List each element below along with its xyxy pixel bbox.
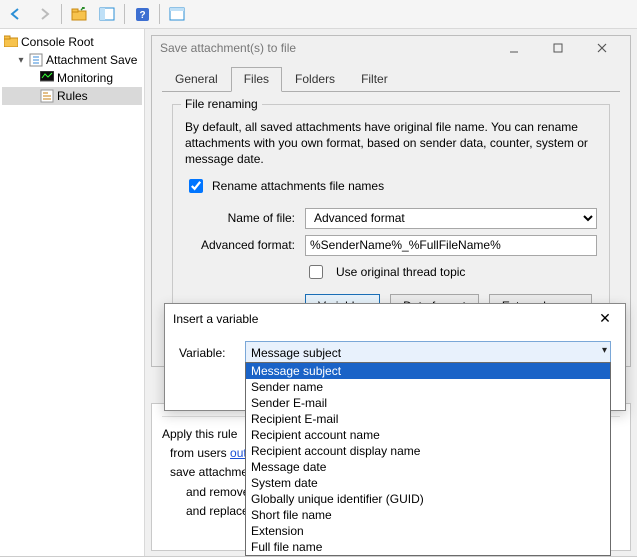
tab-files[interactable]: Files xyxy=(231,67,282,92)
toolbar-separator xyxy=(61,4,62,24)
variable-option[interactable]: Sender name xyxy=(246,379,610,395)
popup-close-icon[interactable]: ✕ xyxy=(593,310,617,327)
layout-a-icon[interactable] xyxy=(94,2,120,26)
rules-icon xyxy=(40,89,54,103)
variable-label: Variable: xyxy=(179,346,235,360)
variable-option[interactable]: Globally unique identifier (GUID) xyxy=(246,491,610,507)
layout-b-icon[interactable] xyxy=(164,2,190,26)
maximize-button[interactable] xyxy=(538,36,578,60)
tree-monitoring[interactable]: Monitoring xyxy=(2,69,142,87)
variable-option[interactable]: Short file name xyxy=(246,507,610,523)
back-icon[interactable] xyxy=(3,2,29,26)
forward-icon[interactable] xyxy=(31,2,57,26)
rename-checkbox-label: Rename attachments file names xyxy=(212,179,384,193)
chevron-down-icon: ▾ xyxy=(602,345,607,356)
toolbar-separator xyxy=(124,4,125,24)
minimize-button[interactable] xyxy=(494,36,534,60)
variable-option[interactable]: Recipient account display name xyxy=(246,443,610,459)
dialog-title: Save attachment(s) to file xyxy=(160,41,494,55)
tree-attachment-save[interactable]: ▾ Attachment Save xyxy=(2,51,142,69)
folder-up-icon[interactable] xyxy=(66,2,92,26)
orig-topic-label: Use original thread topic xyxy=(336,265,465,279)
tab-filter[interactable]: Filter xyxy=(348,67,401,92)
name-of-file-label: Name of file: xyxy=(185,211,295,225)
variable-option[interactable]: Full file name xyxy=(246,539,610,555)
close-button[interactable] xyxy=(582,36,622,60)
tree-label: Monitoring xyxy=(57,71,113,85)
attachment-icon xyxy=(29,53,43,67)
popup-title: Insert a variable xyxy=(173,312,593,326)
nav-tree: Console Root ▾ Attachment Save Monitorin… xyxy=(0,29,145,557)
monitor-icon xyxy=(40,71,54,85)
app-toolbar: ? xyxy=(0,0,637,29)
advanced-format-label: Advanced format: xyxy=(185,238,295,252)
variable-dropdown-list: Message subjectSender nameSender E-mailR… xyxy=(245,362,611,556)
file-renaming-group: File renaming By default, all saved atta… xyxy=(172,104,610,333)
toolbar-separator xyxy=(159,4,160,24)
variable-option[interactable]: Recipient E-mail xyxy=(246,411,610,427)
tree-label: Rules xyxy=(57,89,88,103)
variable-option[interactable]: Extension xyxy=(246,523,610,539)
variable-selected: Message subject xyxy=(251,346,341,360)
tree-rules[interactable]: Rules xyxy=(2,87,142,105)
svg-text:?: ? xyxy=(139,10,145,21)
rename-checkbox[interactable] xyxy=(189,179,203,193)
insert-variable-popup: Insert a variable ✕ Variable: Message su… xyxy=(164,303,626,411)
tree-console-root[interactable]: Console Root xyxy=(2,33,142,51)
help-icon[interactable]: ? xyxy=(129,2,155,26)
variable-option[interactable]: Message subject xyxy=(246,363,610,379)
group-legend: File renaming xyxy=(181,97,262,111)
variable-option[interactable]: Message date xyxy=(246,459,610,475)
collapse-icon[interactable]: ▾ xyxy=(16,55,26,66)
dialog-titlebar: Save attachment(s) to file xyxy=(152,36,630,60)
group-description: By default, all saved attachments have o… xyxy=(185,119,597,168)
variable-option[interactable]: Sender E-mail xyxy=(246,395,610,411)
tree-label: Attachment Save xyxy=(46,53,137,67)
name-of-file-select[interactable]: Advanced format xyxy=(305,208,597,229)
tree-label: Console Root xyxy=(21,35,94,49)
orig-topic-checkbox[interactable] xyxy=(309,265,323,279)
variable-combobox[interactable]: Message subject ▾ Message subjectSender … xyxy=(245,341,611,364)
tab-general[interactable]: General xyxy=(162,67,231,92)
variable-option[interactable]: System date xyxy=(246,475,610,491)
tab-folders[interactable]: Folders xyxy=(282,67,348,92)
variable-option[interactable]: Recipient account name xyxy=(246,427,610,443)
dialog-tabs: General Files Folders Filter xyxy=(152,66,630,91)
advanced-format-input[interactable] xyxy=(305,235,597,256)
folder-icon xyxy=(4,35,18,49)
